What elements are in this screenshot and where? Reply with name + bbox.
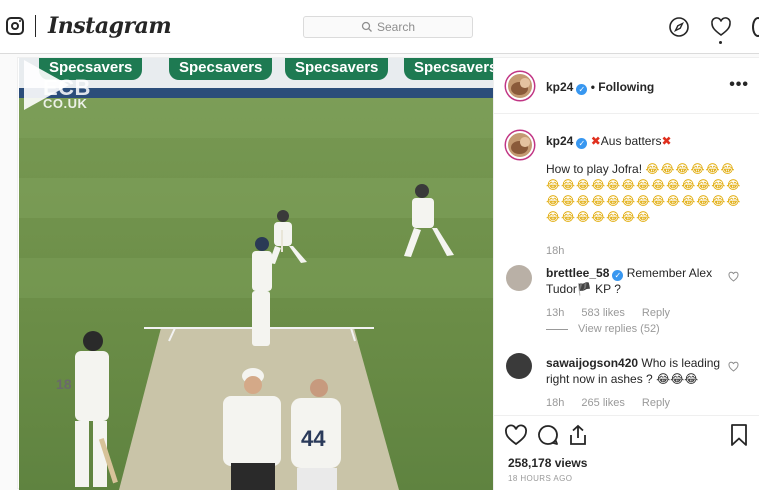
shirt-number: 44 (301, 426, 326, 451)
post-header: kp24 ✓ • Following ••• (494, 58, 759, 114)
comment-meta: 18h 265 likes Reply (546, 397, 684, 409)
profile-icon[interactable] (752, 17, 759, 37)
comments-list: kp24 ✓ ✖Aus batters✖ How to play Jofra! 😂… (494, 115, 759, 415)
caption-avatar[interactable] (506, 131, 534, 159)
comment-meta: 13h 583 likes Reply (546, 307, 684, 319)
shirt-number: 18 (56, 376, 72, 392)
cross-mark-icon: ✖ (661, 134, 672, 148)
reply-button[interactable]: Reply (642, 307, 670, 319)
commenter-avatar[interactable] (506, 265, 532, 291)
like-heart-icon[interactable] (504, 423, 528, 447)
post-card: Specsavers Specsavers Specsavers Specsav… (17, 57, 759, 490)
activity-heart-icon[interactable] (710, 16, 732, 38)
comment-likes[interactable]: 265 likes (581, 397, 624, 409)
search-icon (361, 21, 372, 32)
instagram-logo-icon[interactable] (6, 17, 24, 35)
search-placeholder: Search (376, 20, 416, 34)
activity-dot (719, 41, 722, 44)
caption-title: Aus batters (600, 134, 662, 148)
instagram-wordmark[interactable]: Instagram (48, 13, 172, 39)
post-actions: 258,178 views 18 HOURS AGO (494, 415, 759, 490)
post-side-panel: kp24 ✓ • Following ••• kp24 ✓ ✖Aus batters… (493, 58, 759, 490)
comment-likes[interactable]: 583 likes (581, 307, 624, 319)
caption-body: How to play Jofra! (546, 162, 643, 176)
play-icon[interactable] (19, 58, 73, 112)
comment-text: sawaijogson420 Who is leading right now … (546, 355, 742, 387)
like-comment-heart-icon[interactable] (728, 271, 739, 282)
ad-board: Specsavers (169, 58, 273, 80)
commenter-avatar[interactable] (506, 353, 532, 379)
ad-board: Specsavers (285, 58, 389, 80)
author-avatar[interactable] (506, 72, 534, 100)
nav-divider (35, 15, 36, 37)
top-nav: Instagram Search (0, 0, 759, 54)
comment-text: brettlee_58 ✓ Remember Alex Tudor🏴 KP ? (546, 265, 742, 297)
cricket-scene (19, 58, 493, 490)
replies-line (546, 329, 568, 330)
caption-title-line: kp24 ✓ ✖Aus batters✖ (546, 133, 742, 149)
share-icon[interactable] (566, 423, 590, 447)
ad-board: Specsavers (404, 58, 493, 80)
verified-badge-icon: ✓ (576, 138, 588, 149)
comment-time: 13h (546, 307, 565, 319)
reply-button[interactable]: Reply (642, 397, 670, 409)
comment-bubble-icon[interactable] (536, 423, 560, 447)
more-options-icon[interactable]: ••• (729, 76, 749, 94)
post-timestamp: 18 HOURS AGO (508, 474, 573, 483)
comment-username[interactable]: sawaijogson420 (546, 356, 638, 370)
header-author: kp24 ✓ • Following (546, 80, 654, 95)
comment-time: 18h (546, 397, 565, 409)
verified-badge-icon: ✓ (612, 270, 624, 281)
like-comment-heart-icon[interactable] (728, 361, 739, 372)
search-input[interactable]: Search (303, 16, 473, 38)
caption-body-block: How to play Jofra! 😂😂😂😂😂😂😂😂😂😂😂😂😂😂😂😂😂😂😂😂😂… (546, 161, 742, 225)
comment-username[interactable]: brettlee_58 (546, 266, 609, 280)
view-replies-button[interactable]: View replies (52) (578, 323, 660, 335)
caption-time: 18h (546, 245, 565, 257)
view-count[interactable]: 258,178 views (508, 456, 587, 470)
cross-mark-icon: ✖ (590, 134, 601, 148)
caption-username[interactable]: kp24 (546, 134, 573, 148)
explore-compass-icon[interactable] (668, 16, 690, 38)
post-video[interactable]: Specsavers Specsavers Specsavers Specsav… (19, 58, 493, 490)
author-username[interactable]: kp24 (546, 80, 573, 94)
following-status[interactable]: • Following (591, 80, 655, 94)
save-bookmark-icon[interactable] (727, 423, 751, 447)
verified-badge-icon: ✓ (576, 84, 588, 95)
